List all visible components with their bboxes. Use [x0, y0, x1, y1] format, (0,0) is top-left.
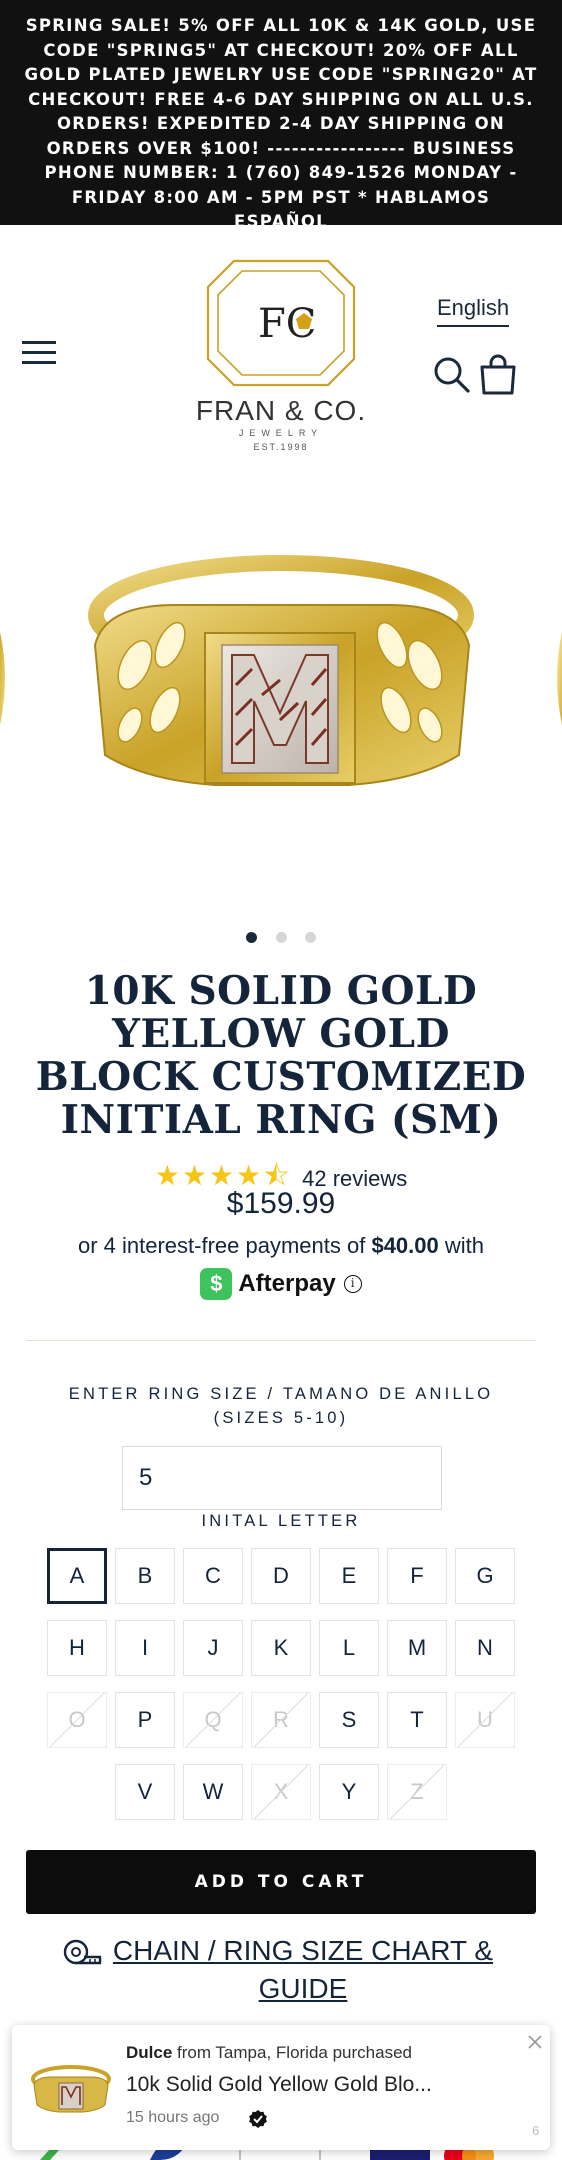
logo-sub: JEWELRY [239, 428, 323, 438]
letter-option-i[interactable]: I [115, 1620, 175, 1676]
afterpay-badge[interactable]: $ Afterpay i [0, 1268, 562, 1304]
afterpay-label: Afterpay [238, 1270, 336, 1297]
popup-product-name[interactable]: 10k Solid Gold Yellow Gold Blo... [126, 2073, 432, 2097]
letter-option-a[interactable]: A [47, 1548, 107, 1604]
logo-name: FRAN & CO. [196, 395, 366, 426]
menu-icon[interactable] [20, 335, 60, 369]
size-chart-label[interactable]: Chain / Ring Size Chart & Guide [60, 1932, 510, 2008]
cart-icon[interactable] [479, 353, 517, 395]
letter-option-v[interactable]: V [115, 1764, 175, 1820]
product-price: $159.99 [226, 1187, 336, 1220]
product-rating[interactable]: ★★★★⯪ 42 reviews [0, 1155, 562, 1191]
letter-option-p[interactable]: P [115, 1692, 175, 1748]
divider [26, 1340, 536, 1341]
letter-row: VWXYZ [0, 1764, 562, 1822]
close-icon[interactable] [526, 2033, 544, 2051]
installments-prefix: or 4 interest-free payments of [77, 1233, 372, 1258]
site-header: FC FRAN & CO. JEWELRY EST.1998 English [0, 225, 562, 475]
initial-letter-label: INITAL LETTER [201, 1512, 361, 1530]
popup-buyer-line: Dulce from Tampa, Florida purchased [126, 2043, 412, 2063]
ring-size-input[interactable] [122, 1446, 442, 1510]
letter-option-y[interactable]: Y [319, 1764, 379, 1820]
letter-option-q: Q [183, 1692, 243, 1748]
letter-row: OPQRSTU [0, 1692, 562, 1750]
letter-option-j[interactable]: J [183, 1620, 243, 1676]
search-icon[interactable] [432, 355, 472, 395]
logo-est: EST.1998 [253, 442, 308, 452]
measuring-tape-icon [63, 1939, 102, 1965]
size-chart-link[interactable]: Chain / Ring Size Chart & Guide [60, 1932, 510, 2008]
letter-option-b[interactable]: B [115, 1548, 175, 1604]
letter-option-h[interactable]: H [47, 1620, 107, 1676]
verified-check-icon [249, 2110, 267, 2128]
letter-row: HIJKLMN [0, 1620, 562, 1678]
gallery-dot-2[interactable] [275, 932, 287, 943]
afterpay-icon: $ [200, 1268, 233, 1300]
letter-option-e[interactable]: E [319, 1548, 379, 1604]
product-image [0, 555, 562, 786]
brand-logo[interactable]: FC FRAN & CO. JEWELRY EST.1998 [186, 255, 376, 455]
letter-option-m[interactable]: M [387, 1620, 447, 1676]
announcement-text: Spring Sale! 5% off all 10k & 14k gold, … [24, 16, 538, 231]
letter-option-n[interactable]: N [455, 1620, 515, 1676]
add-to-cart-button[interactable]: ADD TO CART [26, 1850, 536, 1914]
info-icon[interactable]: i [343, 1275, 362, 1293]
letter-option-l[interactable]: L [319, 1620, 379, 1676]
product-title: 10K Solid Gold Yellow Gold Block Customi… [35, 968, 527, 1143]
letter-row: ABCDEFG [0, 1548, 562, 1606]
letter-option-z: Z [387, 1764, 447, 1820]
ring-size-label: Enter Ring Size / Tamano De Anillo (Size… [68, 1385, 494, 1427]
popup-time: 15 hours ago [126, 2109, 220, 2126]
product-gallery[interactable] [0, 475, 562, 915]
afterpay-installments: or 4 interest-free payments of $40.00 wi… [0, 1233, 562, 1259]
letter-option-u: U [455, 1692, 515, 1748]
letter-option-c[interactable]: C [183, 1548, 243, 1604]
popup-buyer-name: Dulce [126, 2043, 173, 2062]
gallery-dot-3[interactable] [304, 932, 316, 943]
popup-counter: 6 [532, 2123, 540, 2138]
letter-option-f[interactable]: F [387, 1548, 447, 1604]
installments-suffix: with [438, 1233, 484, 1258]
announcement-bar: Spring Sale! 5% off all 10k & 14k gold, … [0, 0, 562, 231]
popup-buyer-location: from Tampa, Florida purchased [172, 2043, 412, 2062]
letter-option-t[interactable]: T [387, 1692, 447, 1748]
letter-option-o: O [47, 1692, 107, 1748]
letter-option-x: X [251, 1764, 311, 1820]
letter-option-r: R [251, 1692, 311, 1748]
letter-option-k[interactable]: K [251, 1620, 311, 1676]
recent-purchase-popup[interactable]: Dulce from Tampa, Florida purchased 10k … [12, 2025, 550, 2150]
gallery-dot-1[interactable] [246, 932, 258, 943]
installment-amount: $40.00 [371, 1233, 439, 1258]
letter-option-s[interactable]: S [319, 1692, 379, 1748]
language-selector[interactable]: English [437, 295, 510, 327]
letter-option-g[interactable]: G [455, 1548, 515, 1604]
letter-option-d[interactable]: D [251, 1548, 311, 1604]
popup-product-thumbnail [31, 2065, 111, 2113]
letter-option-w[interactable]: W [183, 1764, 243, 1820]
gallery-pagination [0, 930, 562, 950]
